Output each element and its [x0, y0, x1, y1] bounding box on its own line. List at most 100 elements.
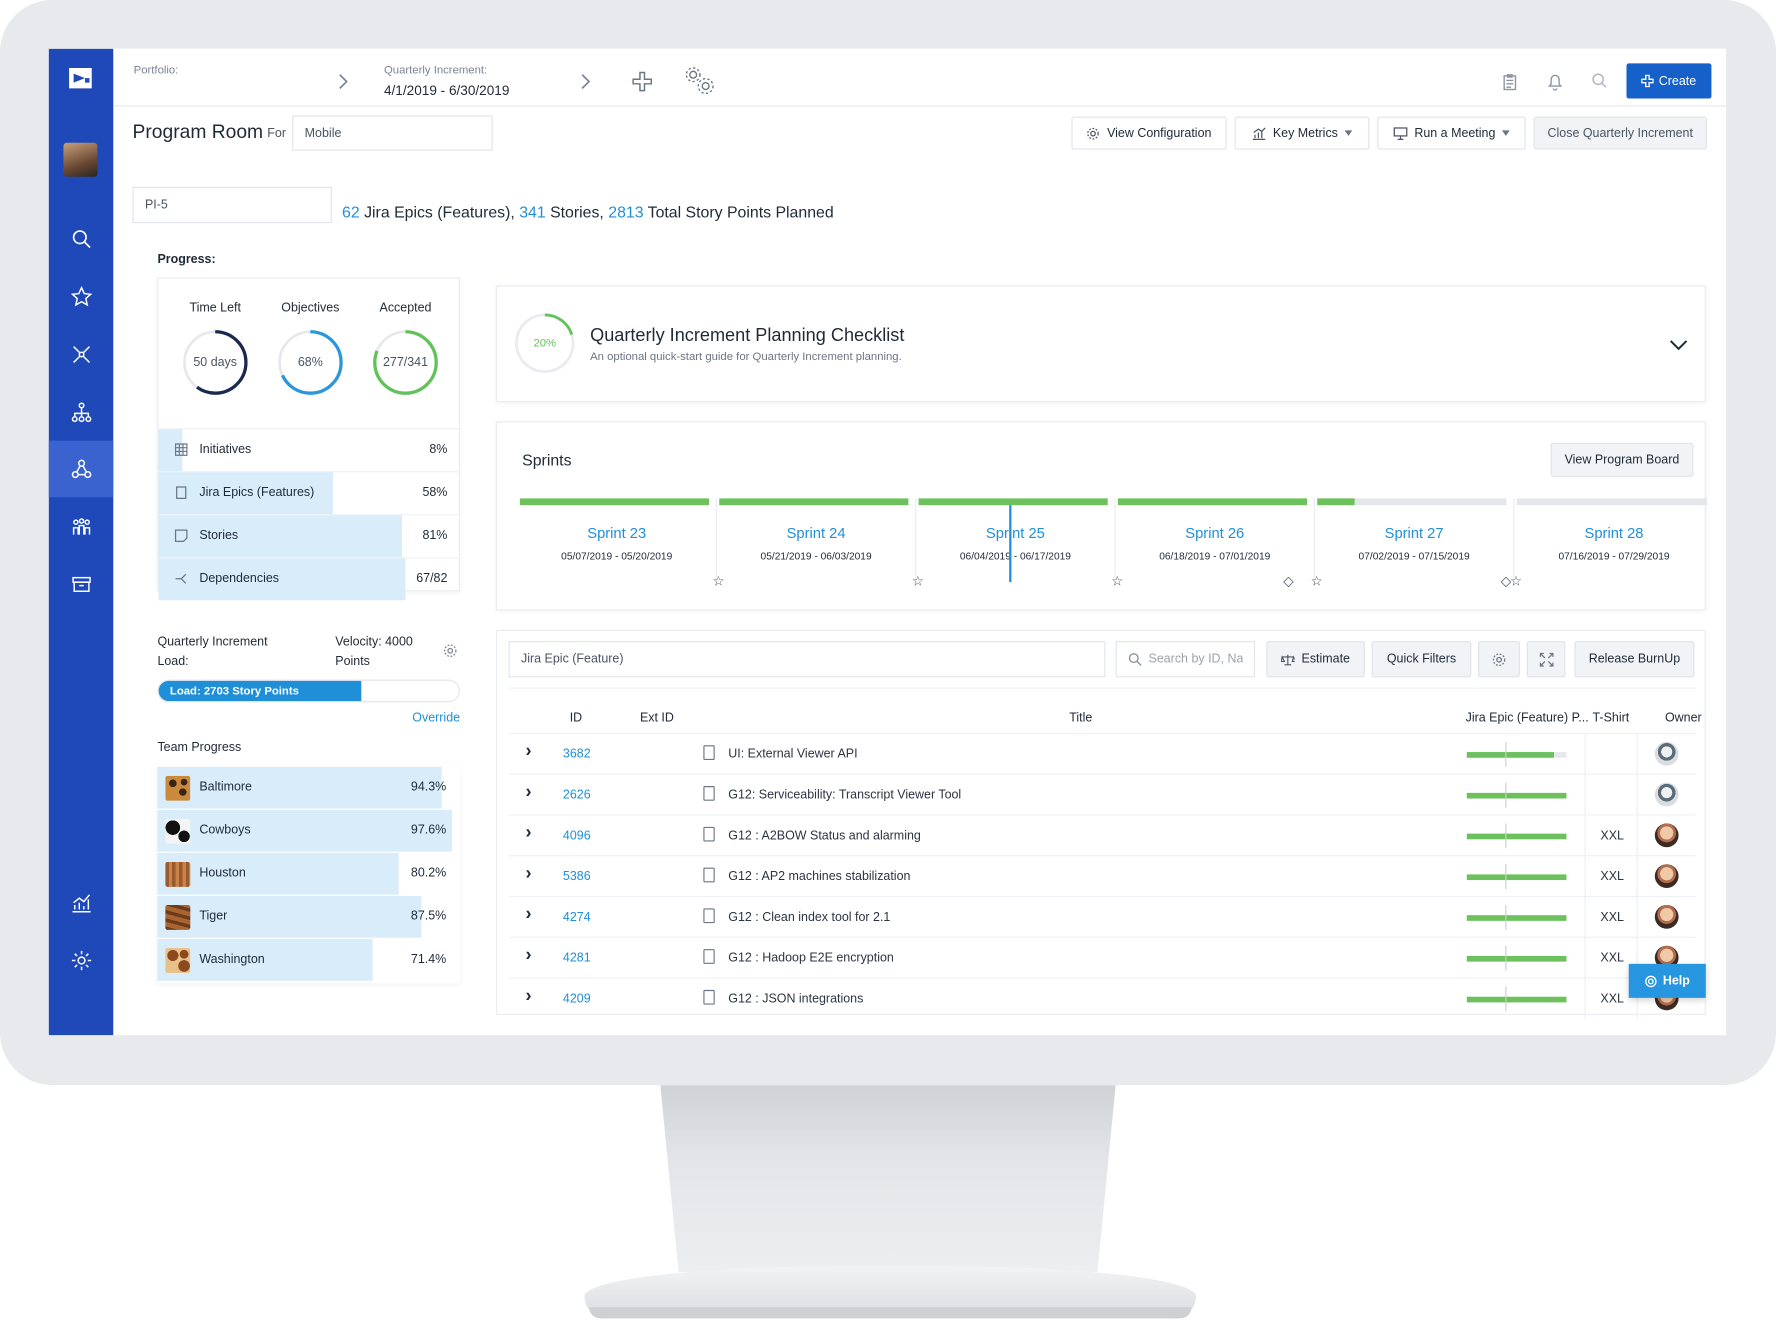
- milestone-star-icon[interactable]: ☆: [1510, 573, 1522, 589]
- epic-id-link[interactable]: 4281: [563, 951, 591, 965]
- epic-id-link[interactable]: 4209: [563, 992, 591, 1006]
- epic-id-link[interactable]: 4096: [563, 829, 591, 843]
- settings-gears-icon[interactable]: [683, 65, 717, 97]
- expand-chevron-icon[interactable]: ›: [526, 742, 532, 762]
- sprint-item[interactable]: Sprint 24 05/21/2019 - 06/03/2019 ☆: [712, 498, 917, 589]
- chevron-right-icon[interactable]: [338, 74, 349, 90]
- sprint-item[interactable]: Sprint 28 07/16/2019 - 07/29/2019 ☆ ◇: [1501, 498, 1713, 589]
- owner-avatar[interactable]: [1654, 904, 1679, 929]
- table-row[interactable]: › 3682 UI: External Viewer API: [508, 732, 1696, 775]
- search-input[interactable]: Search by ID, Na: [1115, 641, 1255, 678]
- epic-id-link[interactable]: 3682: [563, 748, 591, 762]
- close-qi-button[interactable]: Close Quarterly Increment: [1533, 116, 1707, 150]
- milestone-star-icon[interactable]: ☆: [1310, 573, 1322, 589]
- milestone-star-icon[interactable]: ☆: [1111, 573, 1123, 589]
- override-link[interactable]: Override: [412, 711, 460, 725]
- sprint-name[interactable]: Sprint 28: [1514, 524, 1713, 541]
- milestone-star-icon[interactable]: ☆: [912, 573, 924, 589]
- search-icon[interactable]: [49, 211, 114, 268]
- sprint-item[interactable]: Sprint 27 07/02/2019 - 07/15/2019 ☆: [1310, 498, 1515, 589]
- chevron-down-icon[interactable]: [1669, 340, 1688, 351]
- bell-icon[interactable]: [1547, 72, 1563, 91]
- view-program-board-button[interactable]: View Program Board: [1550, 442, 1694, 477]
- sprint-item[interactable]: Sprint 25 06/04/2019 - 06/17/2019 ☆: [912, 498, 1116, 589]
- progress-row[interactable]: Jira Epics (Features) 58%: [158, 471, 460, 515]
- star-icon[interactable]: [49, 268, 114, 325]
- table-row[interactable]: › 4209 G12 : JSON integrations XXL: [508, 977, 1696, 1020]
- quick-filters-button[interactable]: Quick Filters: [1371, 641, 1472, 678]
- expand-chevron-icon[interactable]: ›: [526, 823, 532, 843]
- network-icon[interactable]: [49, 326, 114, 383]
- help-button[interactable]: Help: [1628, 963, 1706, 998]
- expand-chevron-icon[interactable]: ›: [526, 783, 532, 803]
- team-row[interactable]: Cowboys 97.6%: [157, 808, 459, 852]
- owner-avatar[interactable]: [1654, 823, 1679, 848]
- epic-title[interactable]: G12 : JSON integrations: [728, 992, 863, 1006]
- team-row[interactable]: Baltimore 94.3%: [157, 765, 459, 809]
- epic-id-link[interactable]: 2626: [563, 788, 591, 802]
- settings-gear-icon[interactable]: [49, 932, 114, 989]
- sprint-name[interactable]: Sprint 25: [916, 524, 1114, 541]
- expand-chevron-icon[interactable]: ›: [526, 946, 532, 966]
- sprint-item[interactable]: Sprint 26 06/18/2019 - 07/01/2019 ☆ ◇: [1111, 498, 1316, 589]
- epic-title[interactable]: G12: Serviceability: Transcript Viewer T…: [728, 788, 961, 802]
- table-row[interactable]: › 4274 G12 : Clean index tool for 2.1 XXL: [508, 895, 1696, 938]
- owner-avatar[interactable]: [1654, 864, 1679, 888]
- sprint-name[interactable]: Sprint 27: [1315, 524, 1513, 541]
- col-id[interactable]: ID: [570, 711, 582, 725]
- progress-row[interactable]: Dependencies 67/82: [158, 557, 460, 601]
- team-row[interactable]: Washington 71.4%: [157, 937, 459, 981]
- table-row[interactable]: › 5386 G12 : AP2 machines stabilization XXL: [508, 855, 1696, 898]
- teams-icon[interactable]: [49, 498, 114, 555]
- view-configuration-button[interactable]: View Configuration: [1071, 116, 1227, 150]
- epic-title[interactable]: UI: External Viewer API: [728, 748, 857, 762]
- expand-chevron-icon[interactable]: ›: [526, 905, 532, 925]
- epic-id-link[interactable]: 5386: [563, 870, 591, 884]
- run-a-meeting-button[interactable]: Run a Meeting: [1377, 116, 1526, 150]
- epic-title[interactable]: G12 : AP2 machines stabilization: [728, 870, 910, 884]
- team-row[interactable]: Tiger 87.5%: [157, 894, 459, 938]
- epic-title[interactable]: G12 : A2BOW Status and alarming: [728, 829, 921, 843]
- expand-chevron-icon[interactable]: ›: [526, 987, 532, 1007]
- estimate-button[interactable]: Estimate: [1266, 641, 1365, 678]
- clipboard-icon[interactable]: [1503, 74, 1517, 91]
- program-room-icon[interactable]: [48, 440, 114, 498]
- table-settings-button[interactable]: [1478, 641, 1521, 678]
- progress-row[interactable]: Initiatives 8%: [158, 428, 460, 472]
- table-row[interactable]: › 2626 G12: Serviceability: Transcript Vie…: [508, 773, 1696, 816]
- stories-count[interactable]: 341: [519, 203, 545, 221]
- epic-id-link[interactable]: 4274: [563, 911, 591, 925]
- epic-title[interactable]: G12 : Hadoop E2E encryption: [728, 951, 894, 965]
- col-owner[interactable]: Owner: [1665, 711, 1702, 725]
- progress-row[interactable]: Stories 81%: [158, 514, 460, 558]
- hierarchy-icon[interactable]: [49, 384, 114, 441]
- team-row[interactable]: Houston 80.2%: [157, 851, 459, 895]
- sprint-name[interactable]: Sprint 26: [1116, 524, 1314, 541]
- sprint-item[interactable]: Sprint 23 05/07/2019 - 05/20/2019: [518, 498, 717, 587]
- expand-button[interactable]: [1526, 641, 1566, 678]
- points-count[interactable]: 2813: [608, 203, 643, 221]
- epic-title[interactable]: G12 : Clean index tool for 2.1: [728, 911, 890, 925]
- archive-icon[interactable]: [49, 556, 114, 613]
- release-burnup-button[interactable]: Release BurnUp: [1574, 641, 1695, 678]
- epics-count[interactable]: 62: [342, 203, 360, 221]
- col-ext-id[interactable]: Ext ID: [640, 711, 674, 725]
- team-select[interactable]: Mobile: [292, 115, 493, 151]
- col-tshirt[interactable]: T-Shirt: [1593, 711, 1630, 725]
- work-item-type-select[interactable]: Jira Epic (Feature): [508, 641, 1106, 678]
- col-progress[interactable]: Jira Epic (Feature) P...: [1466, 711, 1589, 725]
- pi-select[interactable]: PI-5: [132, 186, 332, 224]
- qi-value[interactable]: 4/1/2019 - 6/30/2019: [384, 83, 509, 99]
- objective-diamond-icon[interactable]: ◇: [1283, 573, 1293, 589]
- col-title[interactable]: Title: [1069, 711, 1092, 725]
- sprint-name[interactable]: Sprint 24: [717, 524, 915, 541]
- user-avatar[interactable]: [63, 142, 98, 177]
- add-cross-icon[interactable]: [632, 71, 653, 92]
- chevron-right-icon[interactable]: [580, 74, 591, 90]
- objective-diamond-icon[interactable]: ◇: [1501, 573, 1511, 589]
- owner-avatar[interactable]: [1654, 782, 1679, 807]
- create-button[interactable]: Create: [1626, 63, 1712, 99]
- expand-chevron-icon[interactable]: ›: [526, 864, 532, 884]
- gear-icon[interactable]: [443, 643, 458, 658]
- table-row[interactable]: › 4096 G12 : A2BOW Status and alarming XXL: [508, 814, 1696, 857]
